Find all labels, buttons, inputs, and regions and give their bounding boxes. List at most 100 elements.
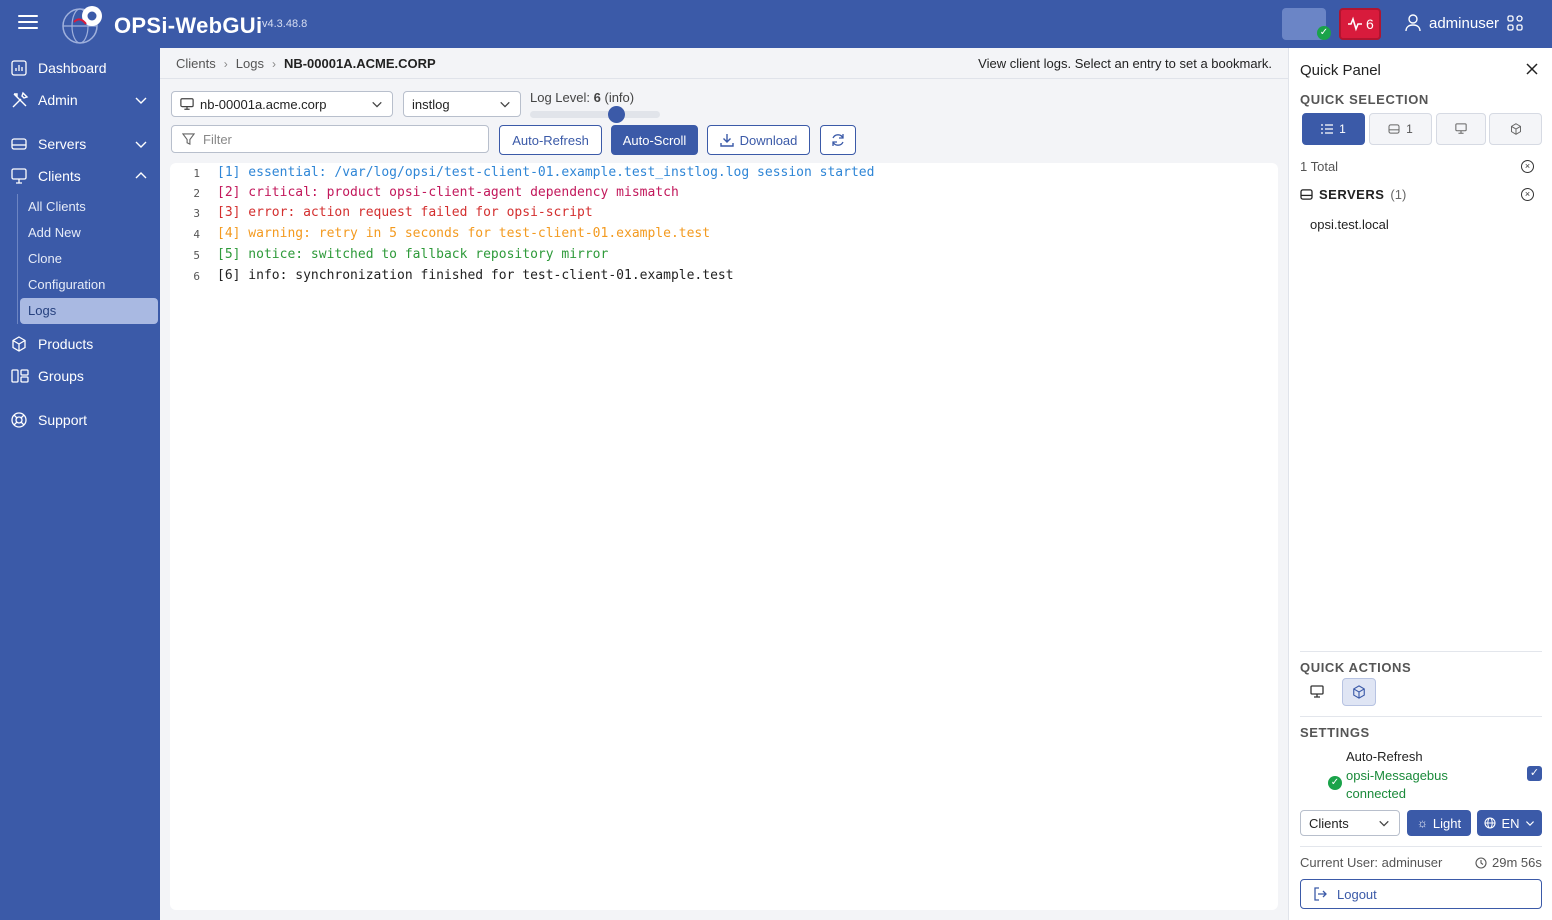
quick-selection-clients-button[interactable] [1436,113,1486,145]
log-text: [4] warning: retry in 5 seconds for test… [217,226,711,241]
settings-title: SETTINGS [1300,725,1370,740]
log-level-slider-thumb[interactable] [608,106,625,123]
line-number: 6 [193,270,200,283]
filter-input[interactable]: Filter [171,125,489,153]
context-select-value: Clients [1309,815,1349,831]
sidebar-item-label: Servers [38,136,87,152]
session-time: 29m 56s [1492,855,1542,870]
theme-toggle-button[interactable]: ☼ Light [1407,810,1471,836]
servers-section-header: SERVERS (1) [1300,187,1406,202]
sidebar-subitem-logs[interactable]: Logs [20,298,158,324]
server-entry[interactable]: opsi.test.local [1310,217,1389,232]
monitor-icon [1455,123,1467,134]
log-viewer[interactable]: 1 [1] essential: /var/log/opsi/test-clie… [170,163,1278,910]
language-select[interactable]: EN [1477,810,1542,836]
session-timer: 29m 56s [1475,855,1542,870]
log-level-name: (info) [604,90,635,105]
messagebus-check-icon: ✓ [1328,776,1342,790]
breadcrumb-item-clients[interactable]: Clients [176,56,216,71]
package-icon [0,336,38,352]
auto-scroll-button[interactable]: Auto-Scroll [611,125,698,155]
sidebar-item-groups[interactable]: Groups [0,361,160,391]
log-text: [3] error: action request failed for ops… [217,205,593,220]
quick-actions-title: QUICK ACTIONS [1300,660,1412,675]
log-type-select-value: instlog [412,96,450,112]
chevron-down-icon [372,101,382,108]
clear-servers-icon[interactable]: × [1521,188,1534,201]
server-icon [1300,189,1313,200]
top-bar: OPSi-WebGUi v4.3.48.8 ✓ 6 adminuser [0,0,1552,48]
line-number: 3 [193,207,200,220]
quick-panel: Quick Panel QUICK SELECTION 1 1 1 Total … [1288,48,1552,920]
auto-refresh-setting-label: Auto-Refresh [1346,749,1423,764]
messagebus-status: opsi-Messagebus connected [1346,768,1448,801]
sidebar-item-support[interactable]: Support [0,405,160,435]
sidebar-item-label: Clients [38,168,81,184]
log-line[interactable]: 5 [5] notice: switched to fallback repos… [170,247,608,267]
log-line[interactable]: 2 [2] critical: product opsi-client-agen… [170,185,679,205]
logout-button[interactable]: Logout [1300,879,1542,909]
quick-selection-products-button[interactable] [1489,113,1542,145]
quick-action-products-button[interactable] [1342,678,1376,706]
user-menu[interactable]: adminuser [1405,14,1523,32]
chevron-down-icon [1379,820,1389,827]
quick-selection-count: 1 [1339,122,1346,136]
chevron-right-icon: › [223,56,228,71]
sidebar-item-admin[interactable]: Admin [0,85,160,115]
log-level-slider[interactable] [530,106,660,123]
sidebar-subitem-add-new[interactable]: Add New [20,220,158,246]
sidebar-subitem-all-clients[interactable]: All Clients [20,194,158,220]
quick-panel-title: Quick Panel [1300,62,1381,79]
divider [1300,716,1542,717]
servers-count: (1) [1390,187,1407,202]
reload-button[interactable] [820,125,856,155]
list-icon [1321,124,1334,134]
main-content: Clients › Logs › NB-00001A.ACME.CORP Vie… [160,48,1288,920]
servers-label: SERVERS [1319,187,1385,202]
auto-refresh-button[interactable]: Auto-Refresh [499,125,602,155]
pulse-icon [1348,16,1362,32]
dashboard-icon [0,60,38,76]
sidebar-item-servers[interactable]: Servers [0,129,160,159]
quick-selection-count: 1 [1406,122,1413,136]
auto-scroll-label: Auto-Scroll [622,132,687,148]
sidebar: Dashboard Admin Servers Clients All Clie… [0,48,160,920]
app-version: v4.3.48.8 [262,18,308,30]
package-icon [1510,123,1521,135]
close-icon[interactable] [1526,63,1538,75]
divider [1300,651,1542,652]
download-button[interactable]: Download [707,125,810,155]
breadcrumb-current: NB-00001A.ACME.CORP [283,56,436,71]
quick-selection-servers-button[interactable]: 1 [1369,113,1432,145]
log-line[interactable]: 6 [6] info: synchronization finished for… [170,268,733,288]
sidebar-item-dashboard[interactable]: Dashboard [0,53,160,83]
alerts-button[interactable]: 6 [1339,8,1381,40]
quick-action-clients-button[interactable] [1300,678,1334,706]
log-text: [1] essential: /var/log/opsi/test-client… [217,165,875,180]
sidebar-item-products[interactable]: Products [0,329,160,359]
log-line[interactable]: 4 [4] warning: retry in 5 seconds for te… [170,226,710,246]
quick-selection-list-button[interactable]: 1 [1302,113,1365,145]
selection-total: 1 Total [1300,159,1339,174]
clear-all-icon[interactable]: × [1521,160,1534,173]
log-text: [2] critical: product opsi-client-agent … [217,185,679,200]
sidebar-subitem-configuration[interactable]: Configuration [20,272,158,298]
filter-placeholder: Filter [203,131,232,147]
divider [1300,846,1542,847]
auto-refresh-checkbox[interactable]: ✓ [1527,766,1542,781]
log-line[interactable]: 1 [1] essential: /var/log/opsi/test-clie… [170,165,874,185]
sidebar-item-label: Admin [38,92,78,108]
download-label: Download [739,132,798,148]
client-select[interactable]: nb-00001a.acme.corp [171,91,393,117]
chevron-up-icon [135,172,147,179]
log-line[interactable]: 3 [3] error: action request failed for o… [170,205,593,225]
breadcrumb-item-logs[interactable]: Logs [236,56,264,71]
log-type-select[interactable]: instlog [403,91,521,117]
context-select[interactable]: Clients [1300,810,1400,836]
menu-icon[interactable] [18,15,38,33]
sidebar-item-clients[interactable]: Clients [0,161,160,191]
apps-grid-icon[interactable] [1507,15,1523,31]
sidebar-subitem-clone[interactable]: Clone [20,246,158,272]
opsi-logo-icon [62,6,102,44]
breadcrumb: Clients › Logs › NB-00001A.ACME.CORP [176,56,436,71]
